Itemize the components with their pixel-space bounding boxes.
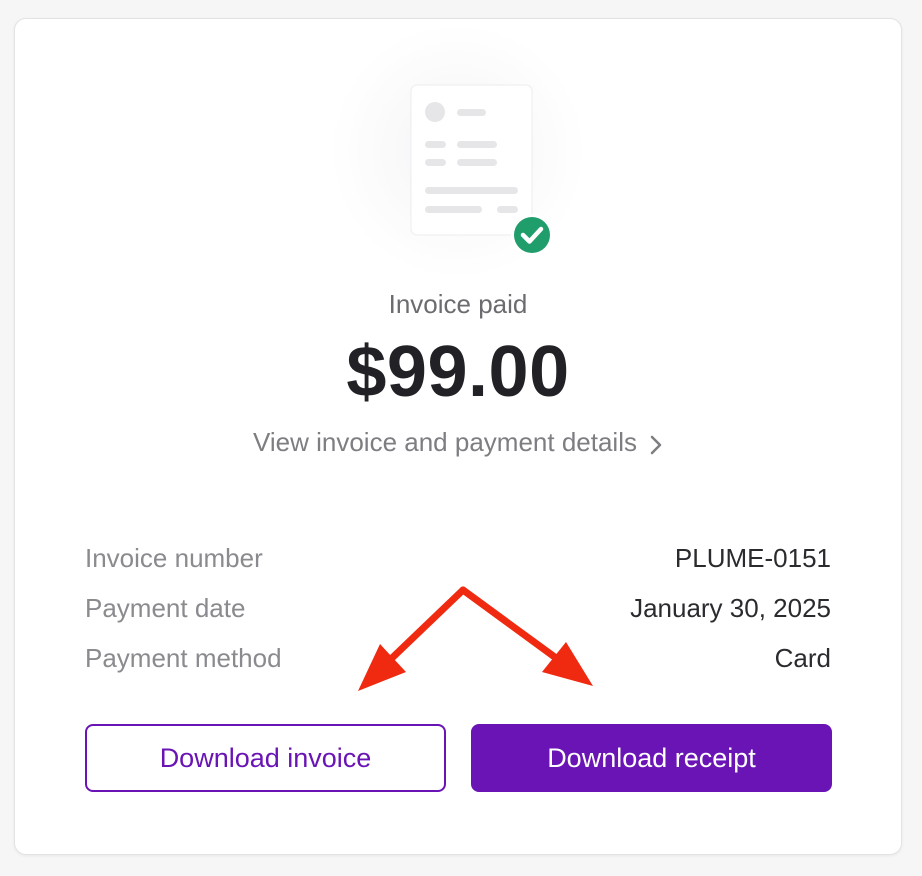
- view-details-link[interactable]: View invoice and payment details: [15, 427, 901, 458]
- invoice-card: Invoice paid $99.00 View invoice and pay…: [14, 18, 902, 855]
- info-value: PLUME-0151: [674, 542, 831, 573]
- info-row-payment-date: Payment date January 30, 2025: [85, 583, 831, 633]
- info-value: January 30, 2025: [630, 592, 831, 623]
- info-row-payment-method: Payment method Card: [85, 633, 831, 683]
- invoice-document-icon: [330, 23, 586, 279]
- info-label: Payment date: [85, 592, 246, 623]
- info-value: Card: [774, 642, 831, 673]
- download-invoice-button[interactable]: Download invoice: [85, 724, 446, 792]
- info-label: Payment method: [85, 642, 282, 673]
- invoice-illustration: [327, 19, 589, 289]
- amount-paid: $99.00: [346, 332, 570, 412]
- checkmark-circle-icon: [511, 214, 553, 256]
- payment-status: Invoice paid: [388, 289, 528, 319]
- chevron-right-icon: [649, 432, 663, 454]
- download-receipt-button[interactable]: Download receipt: [471, 724, 832, 792]
- info-row-invoice-number: Invoice number PLUME-0151: [85, 533, 831, 583]
- view-details-label: View invoice and payment details: [253, 427, 637, 457]
- invoice-info-list: Invoice number PLUME-0151 Payment date J…: [85, 533, 831, 683]
- info-label: Invoice number: [85, 542, 263, 573]
